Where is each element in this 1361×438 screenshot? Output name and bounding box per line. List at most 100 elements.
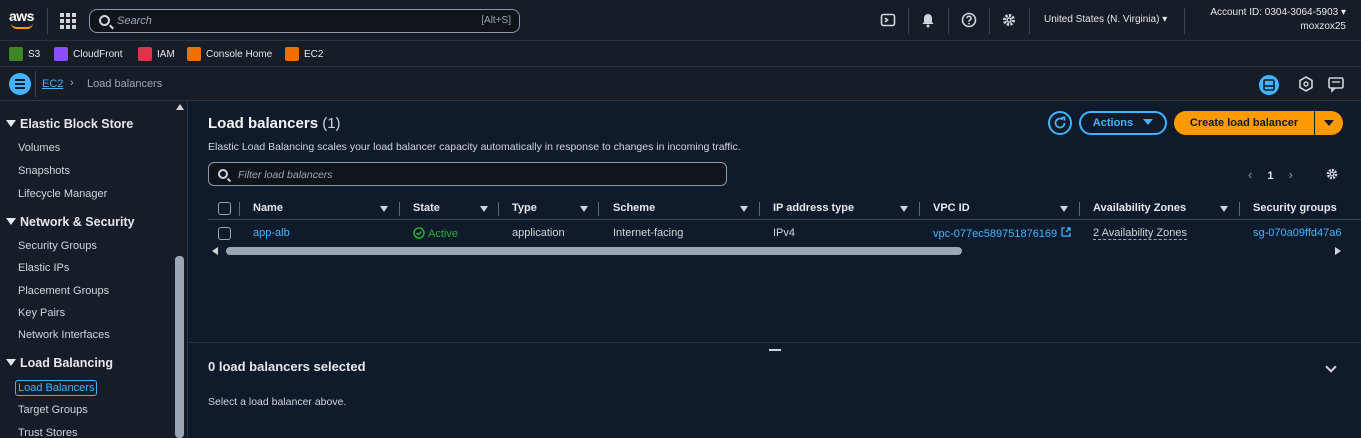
favorite-console-home[interactable]: Console Home	[187, 46, 272, 62]
sort-caret-icon[interactable]	[1220, 206, 1228, 212]
selection-hint: Select a load balancer above.	[208, 396, 347, 408]
divider	[1029, 8, 1030, 34]
breadcrumb-current: Load balancers	[87, 78, 163, 90]
gear-icon[interactable]	[1001, 12, 1017, 28]
global-search[interactable]: [Alt+S]	[89, 9, 520, 33]
top-navigation-bar: aws [Alt+S] United States (N. Virginia) …	[0, 0, 1361, 41]
sidebar-item-placement-groups[interactable]: Placement Groups	[18, 285, 109, 297]
chevron-down-icon[interactable]	[1325, 361, 1337, 373]
sidebar-item-security-groups[interactable]: Security Groups	[18, 240, 97, 252]
column-separator	[759, 202, 760, 216]
security-group-link[interactable]: sg-070a09ffd47a6	[1253, 227, 1342, 239]
table-preferences-gear-icon[interactable]	[1325, 167, 1339, 184]
vpc-id-link[interactable]: vpc-077ec589751876169	[933, 227, 1071, 240]
scrollbar-thumb[interactable]	[226, 247, 962, 255]
sort-caret-icon[interactable]	[900, 206, 908, 212]
breadcrumb-ec2-link[interactable]: EC2	[42, 78, 63, 90]
sidebar-item-network-interfaces[interactable]: Network Interfaces	[18, 329, 110, 341]
resize-handle[interactable]	[769, 349, 781, 351]
split-panel-toggle-icon[interactable]	[1259, 75, 1279, 95]
sort-caret-icon[interactable]	[740, 206, 748, 212]
column-header-scheme[interactable]: Scheme	[613, 202, 655, 214]
aws-logo[interactable]: aws	[9, 8, 37, 32]
favorite-s3[interactable]: S3	[9, 46, 40, 62]
column-header-vpc-id[interactable]: VPC ID	[933, 202, 970, 214]
breadcrumb-separator: ›	[70, 77, 74, 89]
search-input[interactable]	[117, 13, 447, 29]
previous-page-icon[interactable]: ‹	[1248, 167, 1252, 182]
bell-icon[interactable]	[920, 12, 936, 28]
create-load-balancer-button[interactable]: Create load balancer	[1174, 111, 1314, 135]
divider	[47, 8, 48, 34]
sidebar-item-elastic-ips[interactable]: Elastic IPs	[18, 262, 69, 274]
region-selector[interactable]: United States (N. Virginia) ▾	[1044, 14, 1167, 25]
console-home-icon	[187, 47, 201, 61]
sidebar-item-volumes[interactable]: Volumes	[18, 142, 60, 154]
create-dropdown-caret-icon[interactable]	[1315, 111, 1343, 135]
filter-search[interactable]	[208, 162, 727, 186]
notifications-panel-icon[interactable]	[1297, 75, 1317, 95]
favorite-label: Console Home	[206, 48, 273, 60]
scroll-right-arrow-icon[interactable]	[1335, 247, 1341, 255]
selection-count-heading: 0 load balancers selected	[208, 359, 366, 374]
account-id: Account ID: 0304-3064-5903 ▾	[1210, 7, 1346, 18]
next-page-icon[interactable]: ›	[1289, 167, 1293, 182]
cloudshell-icon[interactable]	[880, 12, 896, 28]
sidebar-item-key-pairs[interactable]: Key Pairs	[18, 307, 65, 319]
sort-caret-icon[interactable]	[380, 206, 388, 212]
sidebar-item-target-groups[interactable]: Target Groups	[18, 404, 88, 416]
row-checkbox[interactable]	[218, 227, 231, 240]
filter-input[interactable]	[238, 167, 638, 182]
column-header-ip-address-type[interactable]: IP address type	[773, 202, 854, 214]
column-header-availability-zones[interactable]: Availability Zones	[1093, 202, 1186, 214]
sidebar-section-network-security[interactable]: Network & Security	[6, 215, 135, 229]
sidebar-item-snapshots[interactable]: Snapshots	[18, 165, 70, 177]
actions-button[interactable]: Actions	[1079, 111, 1167, 135]
sort-caret-icon[interactable]	[580, 206, 588, 212]
favorite-ec2[interactable]: EC2	[285, 46, 323, 62]
services-grid-icon[interactable]	[60, 13, 76, 29]
account-menu[interactable]: Account ID: 0304-3064-5903 ▾ moxzox25	[1210, 6, 1346, 34]
aws-smile-icon	[11, 23, 33, 29]
refresh-button[interactable]	[1048, 111, 1072, 135]
column-separator	[399, 202, 400, 216]
divider	[1184, 8, 1185, 34]
refresh-icon	[1054, 116, 1066, 129]
current-page[interactable]: 1	[1267, 170, 1273, 182]
column-header-security-groups[interactable]: Security groups	[1253, 202, 1337, 214]
column-header-state[interactable]: State	[413, 202, 440, 214]
breadcrumb-bar: EC2 › Load balancers	[0, 67, 1361, 101]
split-panel: 0 load balancers selected Select a load …	[189, 342, 1361, 438]
search-icon	[99, 15, 110, 26]
search-shortcut-hint: [Alt+S]	[481, 15, 511, 26]
favorite-label: CloudFront	[73, 48, 123, 60]
hamburger-menu-icon[interactable]	[9, 73, 31, 95]
sidebar-section-load-balancing[interactable]: Load Balancing	[6, 356, 113, 370]
section-label: Elastic Block Store	[20, 117, 134, 131]
page-description: Elastic Load Balancing scales your load …	[208, 141, 741, 153]
table-row[interactable]: app-alb Active application Internet-faci…	[208, 223, 1361, 245]
sidebar-scrollbar[interactable]	[175, 104, 185, 438]
sidebar-item-load-balancers[interactable]: Load Balancers	[15, 380, 98, 396]
sidebar-item-lifecycle-manager[interactable]: Lifecycle Manager	[18, 188, 107, 200]
sort-caret-icon[interactable]	[480, 206, 488, 212]
load-balancer-name-link[interactable]: app-alb	[253, 227, 290, 239]
feedback-icon[interactable]	[1327, 75, 1347, 95]
sidebar-section-ebs[interactable]: Elastic Block Store	[6, 117, 133, 131]
select-all-checkbox[interactable]	[218, 202, 231, 215]
availability-zones-popover[interactable]: 2 Availability Zones	[1093, 227, 1187, 240]
column-header-name[interactable]: Name	[253, 202, 283, 214]
sort-caret-icon[interactable]	[1060, 206, 1068, 212]
scroll-up-arrow-icon[interactable]	[176, 104, 184, 110]
column-separator	[1079, 202, 1080, 216]
column-header-type[interactable]: Type	[512, 202, 537, 214]
table-horizontal-scrollbar[interactable]	[208, 245, 1341, 257]
scroll-left-arrow-icon[interactable]	[212, 247, 218, 255]
sidebar-item-trust-stores[interactable]: Trust Stores	[18, 427, 78, 438]
favorite-cloudfront[interactable]: CloudFront	[54, 46, 122, 62]
scrollbar-thumb[interactable]	[175, 256, 184, 438]
help-icon[interactable]	[961, 12, 977, 28]
ec2-icon	[285, 47, 299, 61]
favorite-iam[interactable]: IAM	[138, 46, 175, 62]
divider	[948, 8, 949, 34]
